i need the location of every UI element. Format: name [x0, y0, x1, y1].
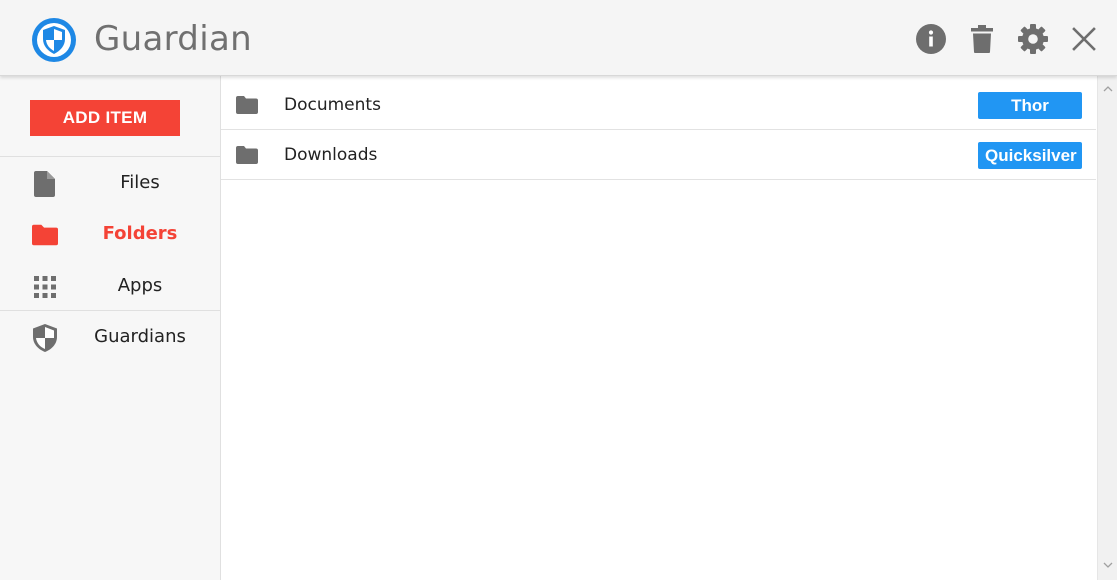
list-item[interactable]: Downloads Quicksilver	[221, 130, 1096, 180]
add-item-button[interactable]: ADD ITEM	[30, 100, 180, 136]
sidebar-item-label: Files	[120, 172, 160, 193]
guardian-badge[interactable]: Quicksilver	[978, 142, 1082, 169]
sidebar-divider	[0, 156, 220, 157]
sidebar-item-label: Apps	[117, 275, 163, 296]
app-header: Guardian	[0, 0, 1117, 76]
delete-button[interactable]	[965, 22, 999, 56]
folder-icon	[32, 222, 58, 248]
close-button[interactable]	[1067, 22, 1101, 56]
sidebar-item-label: Folders	[102, 223, 178, 244]
sidebar-item-label: Guardians	[94, 326, 186, 347]
guardian-badge[interactable]: Thor	[978, 92, 1082, 119]
list-item[interactable]: Documents Thor	[221, 80, 1096, 130]
scroll-up-arrow-icon[interactable]	[1102, 84, 1114, 94]
shield-logo-icon	[31, 17, 77, 63]
gear-icon	[1017, 23, 1049, 55]
apps-grid-icon	[32, 274, 58, 300]
settings-button[interactable]	[1016, 22, 1050, 56]
sidebar-divider	[0, 310, 220, 311]
file-icon	[32, 171, 58, 197]
sidebar: ADD ITEM Files Folders Apps Guardians	[0, 76, 221, 580]
vertical-scrollbar[interactable]	[1097, 76, 1117, 580]
folder-name: Downloads	[284, 145, 378, 165]
folder-name: Documents	[284, 95, 381, 115]
trash-icon	[970, 24, 994, 54]
sidebar-item-files[interactable]: Files	[0, 159, 220, 207]
scroll-down-arrow-icon[interactable]	[1102, 560, 1114, 570]
info-icon	[915, 23, 947, 55]
sidebar-item-folders[interactable]: Folders	[0, 210, 220, 258]
sidebar-item-apps[interactable]: Apps	[0, 262, 220, 310]
folder-icon	[236, 146, 258, 164]
close-icon	[1072, 27, 1096, 51]
folder-list: Documents Thor Downloads Quicksilver	[221, 76, 1097, 580]
folder-icon	[236, 96, 258, 114]
sidebar-item-guardians[interactable]: Guardians	[0, 313, 220, 361]
app-title: Guardian	[94, 19, 252, 59]
shield-icon	[32, 324, 58, 352]
guardian-app-window: Guardian ADD ITEM Files Folders Apps Gua…	[0, 0, 1117, 580]
info-button[interactable]	[914, 22, 948, 56]
